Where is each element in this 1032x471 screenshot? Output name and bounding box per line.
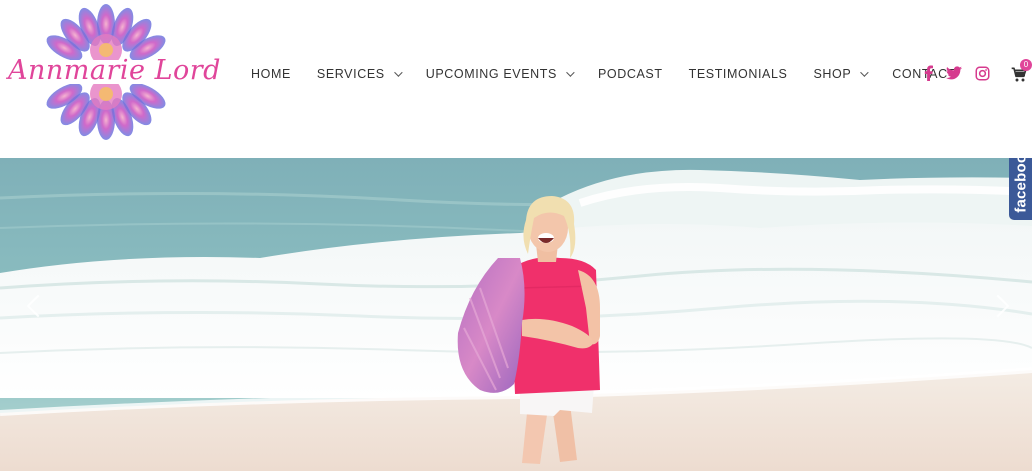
nav-item-upcoming-events[interactable]: UPCOMING EVENTS	[425, 67, 575, 81]
social-links	[921, 62, 991, 84]
chevron-down-icon	[393, 68, 403, 77]
nav-item-podcast[interactable]: PODCAST	[598, 67, 663, 81]
chevron-down-icon	[566, 68, 575, 77]
site-logo[interactable]: Annmarie Lord	[6, 0, 220, 150]
site-header: Annmarie Lord HOME SERVICES UPCOMING EVE…	[0, 0, 1032, 158]
hero-slider: facebook	[0, 158, 1032, 471]
nav-item-home[interactable]: HOME	[251, 67, 291, 81]
facebook-tab-label: facebook	[1012, 158, 1029, 213]
nav-item-label: SERVICES	[316, 67, 385, 81]
chevron-down-icon	[860, 68, 869, 77]
nav-item-label: TESTIMONIALS	[688, 67, 788, 81]
hero-beach-photo	[0, 158, 1032, 471]
cart-button[interactable]: 0	[1011, 59, 1032, 84]
page: Annmarie Lord HOME SERVICES UPCOMING EVE…	[0, 0, 1032, 471]
main-nav: HOME SERVICES UPCOMING EVENTS PODCAST TE…	[251, 63, 956, 85]
nav-item-services[interactable]: SERVICES	[316, 67, 403, 81]
nav-item-label: HOME	[251, 67, 291, 81]
nav-item-label: UPCOMING EVENTS	[425, 67, 557, 81]
facebook-tab-button[interactable]: facebook	[1009, 158, 1032, 220]
nav-item-label: PODCAST	[597, 67, 663, 81]
nav-item-testimonials[interactable]: TESTIMONIALS	[689, 67, 788, 81]
cart-count-badge: 0	[1020, 59, 1032, 71]
facebook-icon[interactable]	[921, 64, 935, 82]
logo-text: Annmarie Lord	[8, 55, 221, 86]
nav-item-shop[interactable]: SHOP	[813, 67, 869, 81]
instagram-icon[interactable]	[973, 64, 991, 82]
twitter-icon[interactable]	[945, 64, 963, 82]
nav-item-label: SHOP	[813, 67, 852, 81]
